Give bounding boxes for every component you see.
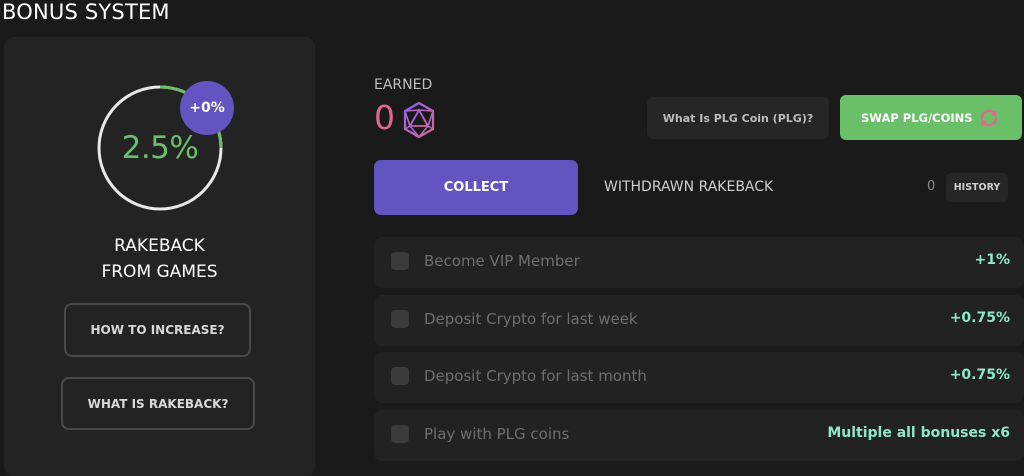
bonus-label: Deposit Crypto for last month <box>424 367 647 385</box>
bonus-value: +1% <box>974 252 1011 268</box>
rakeback-label: RAKEBACK FROM GAMES <box>4 233 315 285</box>
bonus-row-deposit-month: Deposit Crypto for last month +0.75% <box>374 352 1024 403</box>
rakeback-label-line2: FROM GAMES <box>101 262 218 282</box>
page-title: BONUS SYSTEM <box>2 0 170 24</box>
what-is-rakeback-button[interactable]: WHAT IS RAKEBACK? <box>61 377 255 430</box>
plg-coin-icon <box>403 101 435 139</box>
bonus-value: +0.75% <box>949 310 1010 326</box>
bonus-checkbox <box>391 252 409 270</box>
bonus-label: Play with PLG coins <box>424 425 570 443</box>
earned-value: 0 <box>374 98 395 137</box>
earned-label: EARNED <box>374 77 433 93</box>
bonus-checkbox <box>391 425 409 443</box>
bonus-label: Become VIP Member <box>424 252 580 270</box>
withdrawn-rakeback-label: WITHDRAWN RAKEBACK <box>604 179 774 195</box>
swap-icon <box>980 109 998 127</box>
bonus-value: Multiple all bonuses x6 <box>827 425 1010 441</box>
how-to-increase-button[interactable]: HOW TO INCREASE? <box>64 303 251 357</box>
collect-button[interactable]: COLLECT <box>374 160 578 215</box>
history-button[interactable]: HISTORY <box>946 173 1008 202</box>
rakeback-card: 2.5% +0% RAKEBACK FROM GAMES HOW TO INCR… <box>4 37 315 476</box>
withdrawn-rakeback-value: 0 <box>927 179 936 194</box>
bonus-value: +0.75% <box>949 367 1010 383</box>
swap-button-label: SWAP PLG/COINS <box>861 110 973 125</box>
bonus-label: Deposit Crypto for last week <box>424 310 638 328</box>
bonus-row-deposit-week: Deposit Crypto for last week +0.75% <box>374 295 1024 346</box>
bonus-row-plg-coins: Play with PLG coins Multiple all bonuses… <box>374 410 1024 461</box>
bonus-checkbox <box>391 367 409 385</box>
bonus-row-vip: Become VIP Member +1% <box>374 237 1024 288</box>
bonus-badge: +0% <box>180 81 234 135</box>
swap-plg-coins-button[interactable]: SWAP PLG/COINS <box>840 95 1022 140</box>
what-is-plg-coin-button[interactable]: What Is PLG Coin (PLG)? <box>647 97 829 139</box>
bonus-checkbox <box>391 310 409 328</box>
rakeback-label-line1: RAKEBACK <box>114 236 205 256</box>
